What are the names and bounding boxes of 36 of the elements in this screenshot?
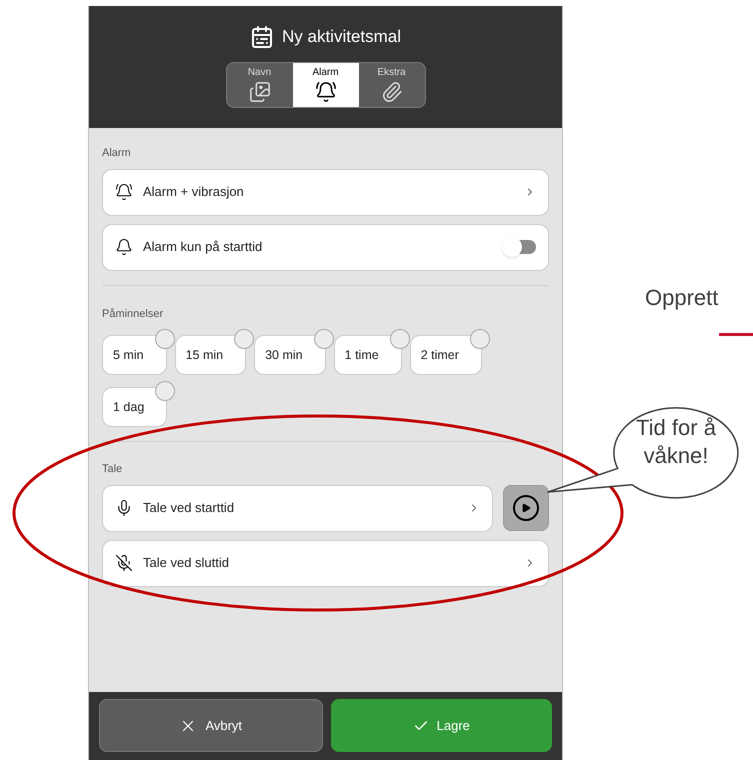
microphone-icon: [115, 499, 133, 517]
microphone-off-icon: [115, 554, 133, 572]
cancel-button[interactable]: Avbryt: [99, 699, 322, 752]
bell-icon: [115, 183, 133, 201]
reminder-chip[interactable]: 1 time: [334, 335, 402, 375]
option-label: Tale ved sluttid: [143, 554, 230, 572]
heading-underline: [719, 333, 753, 336]
save-button[interactable]: Lagre: [330, 699, 552, 752]
alarm-option[interactable]: Alarm kun på starttid: [102, 224, 549, 270]
play-icon: [513, 494, 539, 520]
reminder-chip[interactable]: 30 min: [254, 335, 326, 375]
option-label: Tale ved starttid: [143, 499, 236, 518]
tab[interactable]: Alarm: [292, 62, 358, 106]
section-label: Påminnelser: [102, 306, 164, 322]
bell-icon: [115, 238, 133, 256]
reminder-chip[interactable]: 1 dag: [102, 387, 168, 427]
tab[interactable]: Ekstra: [358, 62, 424, 106]
tab[interactable]: Navn: [226, 62, 292, 106]
section-label: Tale: [102, 462, 124, 477]
window-title: Ny aktivitetsmal: [282, 26, 402, 48]
reminder-chip[interactable]: 2 timer: [410, 335, 482, 375]
option-label: Alarm + vibrasjon: [143, 183, 245, 202]
speech-option[interactable]: Tale ved sluttid: [102, 540, 549, 586]
reminder-chip[interactable]: 5 min: [102, 335, 167, 375]
option-label: Alarm kun på starttid: [143, 238, 264, 256]
slide-heading: Opprett: [645, 284, 718, 312]
play-button[interactable]: [503, 484, 549, 530]
reminder-chip[interactable]: 15 min: [174, 335, 246, 375]
speech-option[interactable]: Tale ved starttid: [102, 484, 493, 532]
section-label: Alarm: [102, 146, 132, 161]
image-icon: [248, 80, 270, 102]
paperclip-icon: [380, 80, 402, 102]
calendar-icon: [250, 24, 274, 49]
callout-text: Tid for å våkne!: [635, 414, 717, 470]
bell-icon: [314, 80, 336, 102]
alarm-option[interactable]: Alarm + vibrasjon: [102, 168, 549, 216]
